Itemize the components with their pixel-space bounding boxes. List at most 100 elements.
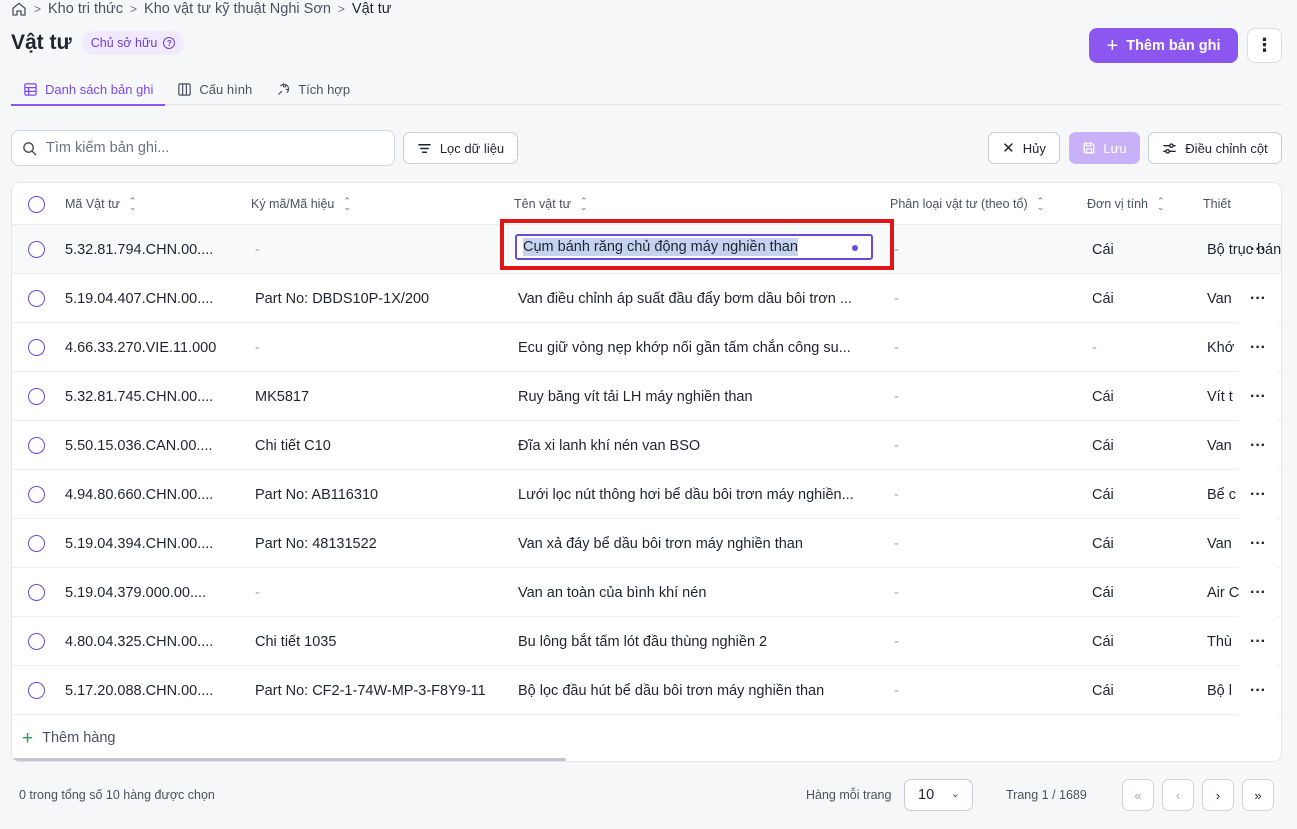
- next-page-button[interactable]: ›: [1202, 779, 1234, 811]
- cell-unit[interactable]: Cái: [1092, 274, 1182, 323]
- cell-unit[interactable]: Cái: [1092, 519, 1182, 568]
- cell-name[interactable]: Ecu giữ vòng nẹp khớp nối gần tấm chắn c…: [518, 323, 878, 372]
- prev-page-button[interactable]: ‹: [1162, 779, 1194, 811]
- cell-device[interactable]: Khớ: [1207, 323, 1241, 372]
- add-row-button[interactable]: + Thêm hàng: [12, 715, 1281, 761]
- cell-category[interactable]: -: [894, 617, 1074, 666]
- row-actions-button[interactable]: ···: [1239, 666, 1277, 715]
- cell-device[interactable]: Vít t: [1207, 372, 1241, 421]
- cell-category[interactable]: -: [894, 568, 1074, 617]
- column-header-unit[interactable]: Đơn vị tính ⌃ ⌄: [1087, 183, 1165, 224]
- cell-unit[interactable]: Cái: [1092, 617, 1182, 666]
- cell-device[interactable]: Air C: [1207, 568, 1241, 617]
- cell-code[interactable]: 5.19.04.379.000.00....: [65, 568, 240, 617]
- sort-icon[interactable]: ⌃ ⌄: [1037, 196, 1045, 211]
- cell-code[interactable]: 4.94.80.660.CHN.00....: [65, 470, 240, 519]
- cell-category[interactable]: -: [894, 470, 1074, 519]
- row-actions-button[interactable]: ···: [1239, 421, 1277, 470]
- tab-record-list[interactable]: Danh sách bản ghi: [11, 73, 166, 106]
- cell-name[interactable]: Bu lông bắt tấm lót đầu thùng nghiền 2: [518, 617, 878, 666]
- cell-code[interactable]: 5.17.20.088.CHN.00....: [65, 666, 240, 715]
- cell-category[interactable]: -: [894, 225, 1074, 274]
- sort-icon[interactable]: ⌃ ⌄: [580, 196, 588, 211]
- home-icon[interactable]: [11, 1, 27, 17]
- cell-unit[interactable]: Cái: [1092, 666, 1182, 715]
- cell-category[interactable]: -: [894, 421, 1074, 470]
- column-header-code[interactable]: Mã Vật tư ⌃ ⌄: [65, 183, 136, 224]
- cell-mark[interactable]: MK5817: [255, 372, 510, 421]
- owner-badge[interactable]: Chủ sở hữu ?: [81, 31, 185, 55]
- cell-unit[interactable]: Cái: [1092, 372, 1182, 421]
- row-actions-button[interactable]: ···: [1239, 274, 1277, 323]
- filter-button[interactable]: Lọc dữ liệu: [403, 132, 518, 164]
- row-select-radio[interactable]: [28, 241, 45, 258]
- row-select-radio[interactable]: [28, 290, 45, 307]
- cell-name[interactable]: Lưới lọc nút thông hơi bể dầu bôi trơn m…: [518, 470, 878, 519]
- more-options-button[interactable]: ⋮: [1247, 28, 1282, 63]
- first-page-button[interactable]: «: [1122, 779, 1154, 811]
- table-row[interactable]: 4.94.80.660.CHN.00.... Part No: AB116310…: [12, 470, 1281, 519]
- cell-name[interactable]: Van điều chỉnh áp suất đầu đẩy bơm dầu b…: [518, 274, 878, 323]
- cell-device[interactable]: Van: [1207, 274, 1241, 323]
- cell-mark[interactable]: -: [255, 568, 510, 617]
- row-actions-button[interactable]: ···: [1239, 519, 1277, 568]
- table-row[interactable]: 5.32.81.745.CHN.00.... MK5817 Ruy băng v…: [12, 372, 1281, 421]
- cell-name[interactable]: Đĩa xi lanh khí nén van BSO: [518, 421, 878, 470]
- sort-icon[interactable]: ⌃ ⌄: [1157, 196, 1165, 211]
- cell-device[interactable]: Bể c: [1207, 470, 1241, 519]
- row-actions-button[interactable]: ···: [1239, 225, 1277, 274]
- adjust-columns-button[interactable]: Điều chỉnh cột: [1148, 132, 1282, 164]
- cell-code[interactable]: 4.80.04.325.CHN.00....: [65, 617, 240, 666]
- search-input[interactable]: [46, 140, 376, 156]
- cell-category[interactable]: -: [894, 323, 1074, 372]
- cell-device[interactable]: Van: [1207, 421, 1241, 470]
- cell-unit[interactable]: -: [1092, 323, 1182, 372]
- row-actions-button[interactable]: ···: [1239, 470, 1277, 519]
- cell-code[interactable]: 5.50.15.036.CAN.00....: [65, 421, 240, 470]
- row-select-radio[interactable]: [28, 633, 45, 650]
- table-row[interactable]: 5.19.04.379.000.00.... - Van an toàn của…: [12, 568, 1281, 617]
- cell-category[interactable]: -: [894, 519, 1074, 568]
- cell-mark[interactable]: Part No: DBDS10P-1X/200: [255, 274, 510, 323]
- cell-unit[interactable]: Cái: [1092, 421, 1182, 470]
- add-record-button[interactable]: + Thêm bản ghi: [1089, 28, 1238, 63]
- row-actions-button[interactable]: ···: [1239, 617, 1277, 666]
- column-header-mark[interactable]: Ký mã/Mã hiệu ⌃ ⌄: [251, 183, 351, 224]
- row-actions-button[interactable]: ···: [1239, 323, 1277, 372]
- cell-unit[interactable]: Cái: [1092, 568, 1182, 617]
- cell-device[interactable]: Van: [1207, 519, 1241, 568]
- cell-mark[interactable]: -: [255, 323, 510, 372]
- cell-unit[interactable]: Cái: [1092, 470, 1182, 519]
- breadcrumb-item-knowledge[interactable]: Kho tri thức: [48, 1, 123, 17]
- cell-name[interactable]: Bộ lọc đầu hút bể dầu bôi trơn máy nghiề…: [518, 666, 878, 715]
- cell-mark[interactable]: Part No: AB116310: [255, 470, 510, 519]
- table-row[interactable]: 5.17.20.088.CHN.00.... Part No: CF2-1-74…: [12, 666, 1281, 715]
- cell-code[interactable]: 5.32.81.745.CHN.00....: [65, 372, 240, 421]
- tab-config[interactable]: Cấu hình: [165, 73, 264, 105]
- cell-device[interactable]: Thù: [1207, 617, 1241, 666]
- table-row[interactable]: 5.19.04.394.CHN.00.... Part No: 48131522…: [12, 519, 1281, 568]
- row-select-radio[interactable]: [28, 486, 45, 503]
- cell-name[interactable]: Van xả đáy bể dầu bôi trơn máy nghiền th…: [518, 519, 878, 568]
- horizontal-scrollbar[interactable]: [12, 758, 566, 761]
- column-header-name[interactable]: Tên vật tư ⌃ ⌄: [514, 183, 588, 224]
- column-header-device[interactable]: Thiết: [1203, 183, 1231, 224]
- row-select-radio[interactable]: [28, 339, 45, 356]
- row-select-radio[interactable]: [28, 535, 45, 552]
- row-select-radio[interactable]: [28, 388, 45, 405]
- sort-icon[interactable]: ⌃ ⌄: [343, 196, 351, 211]
- cell-name[interactable]: Ruy băng vít tải LH máy nghiền than: [518, 372, 878, 421]
- cell-device[interactable]: Bộ l: [1207, 666, 1241, 715]
- cell-mark[interactable]: Chi tiết 1035: [255, 617, 510, 666]
- cell-name[interactable]: Van an toàn của bình khí nén: [518, 568, 878, 617]
- cell-code[interactable]: 5.32.81.794.CHN.00....: [65, 225, 240, 274]
- sort-icon[interactable]: ⌃ ⌄: [129, 196, 137, 211]
- cell-mark[interactable]: Chi tiết C10: [255, 421, 510, 470]
- cancel-button[interactable]: ✕ Hủy: [988, 132, 1060, 164]
- cell-category[interactable]: -: [894, 274, 1074, 323]
- cell-mark[interactable]: -: [255, 225, 495, 274]
- rows-per-page-select[interactable]: 10 ⌄: [904, 779, 973, 811]
- cell-code[interactable]: 4.66.33.270.VIE.11.000: [65, 323, 240, 372]
- breadcrumb-item-warehouse[interactable]: Kho vật tư kỹ thuật Nghi Sơn: [144, 1, 331, 17]
- table-row[interactable]: 4.66.33.270.VIE.11.000 - Ecu giữ vòng nẹ…: [12, 323, 1281, 372]
